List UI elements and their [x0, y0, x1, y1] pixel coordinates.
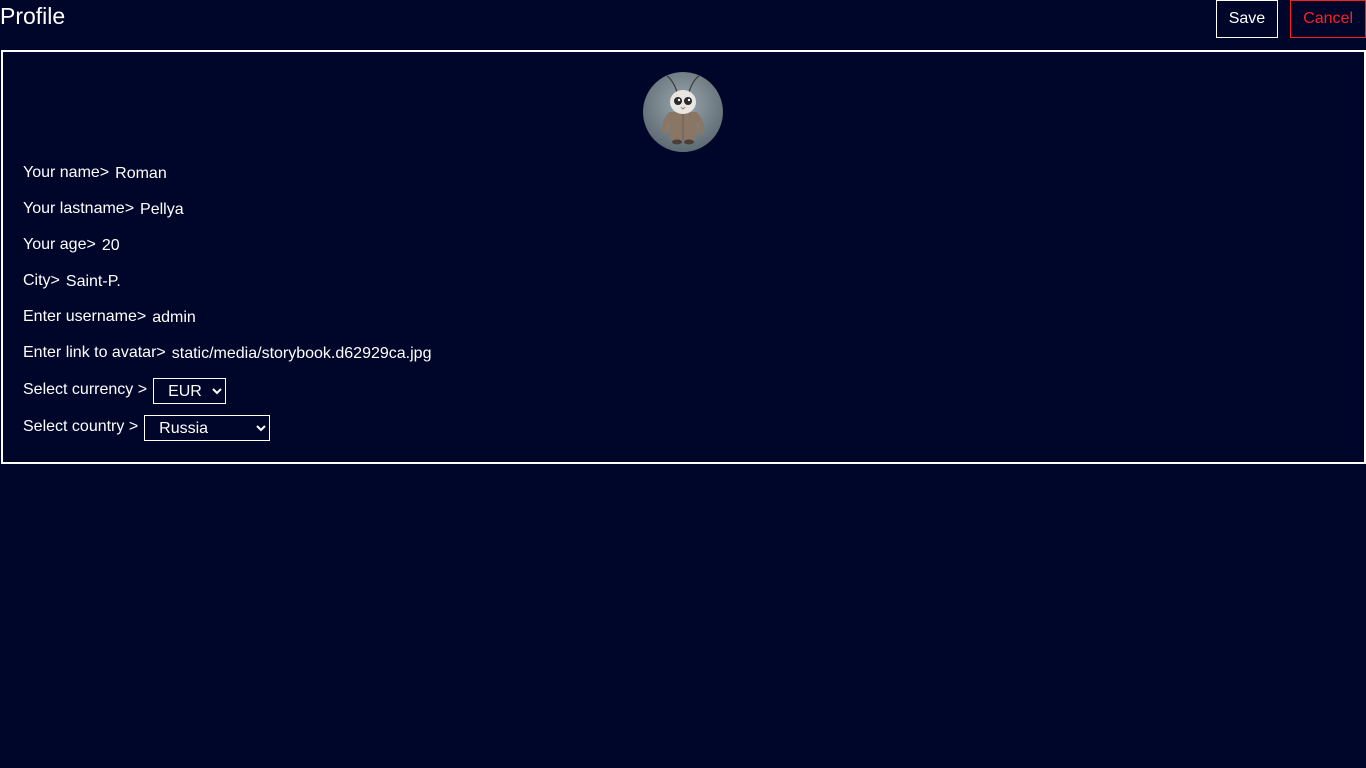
name-input[interactable]: [115, 165, 616, 183]
header: Profile Save Cancel: [0, 0, 1366, 50]
username-label: Enter username>: [23, 308, 147, 325]
username-row: Enter username>: [23, 306, 653, 330]
avatar: [643, 72, 723, 152]
age-row: Your age>: [23, 234, 602, 258]
city-row: City>: [23, 270, 566, 294]
name-row: Your name>: [23, 162, 616, 186]
name-label: Your name>: [23, 164, 110, 181]
avatar-link-label: Enter link to avatar>: [23, 344, 166, 361]
age-label: Your age>: [23, 236, 96, 253]
avatar-link-row: Enter link to avatar>: [23, 342, 672, 366]
lastname-label: Your lastname>: [23, 200, 135, 217]
profile-card: Your name> Your lastname> Your age> City…: [1, 50, 1366, 464]
currency-select[interactable]: EUR: [153, 378, 227, 404]
cancel-button[interactable]: Cancel: [1290, 0, 1366, 38]
header-actions: Save Cancel: [1215, 0, 1366, 38]
lastname-input[interactable]: [140, 201, 641, 219]
lastname-row: Your lastname>: [23, 198, 641, 222]
country-select[interactable]: Russia: [144, 415, 271, 441]
country-row: Select country > Russia: [23, 415, 271, 441]
city-label: City>: [23, 272, 60, 289]
currency-label: Select currency >: [23, 381, 148, 398]
save-button[interactable]: Save: [1215, 0, 1279, 38]
city-input[interactable]: [65, 273, 566, 291]
currency-row: Select currency > EUR: [23, 378, 227, 404]
username-input[interactable]: [152, 309, 653, 327]
avatar-image-icon: [643, 72, 723, 152]
avatar-link-input[interactable]: [171, 345, 672, 363]
page-title: Profile: [0, 3, 66, 29]
age-input[interactable]: [101, 237, 602, 255]
country-label: Select country >: [23, 418, 139, 435]
